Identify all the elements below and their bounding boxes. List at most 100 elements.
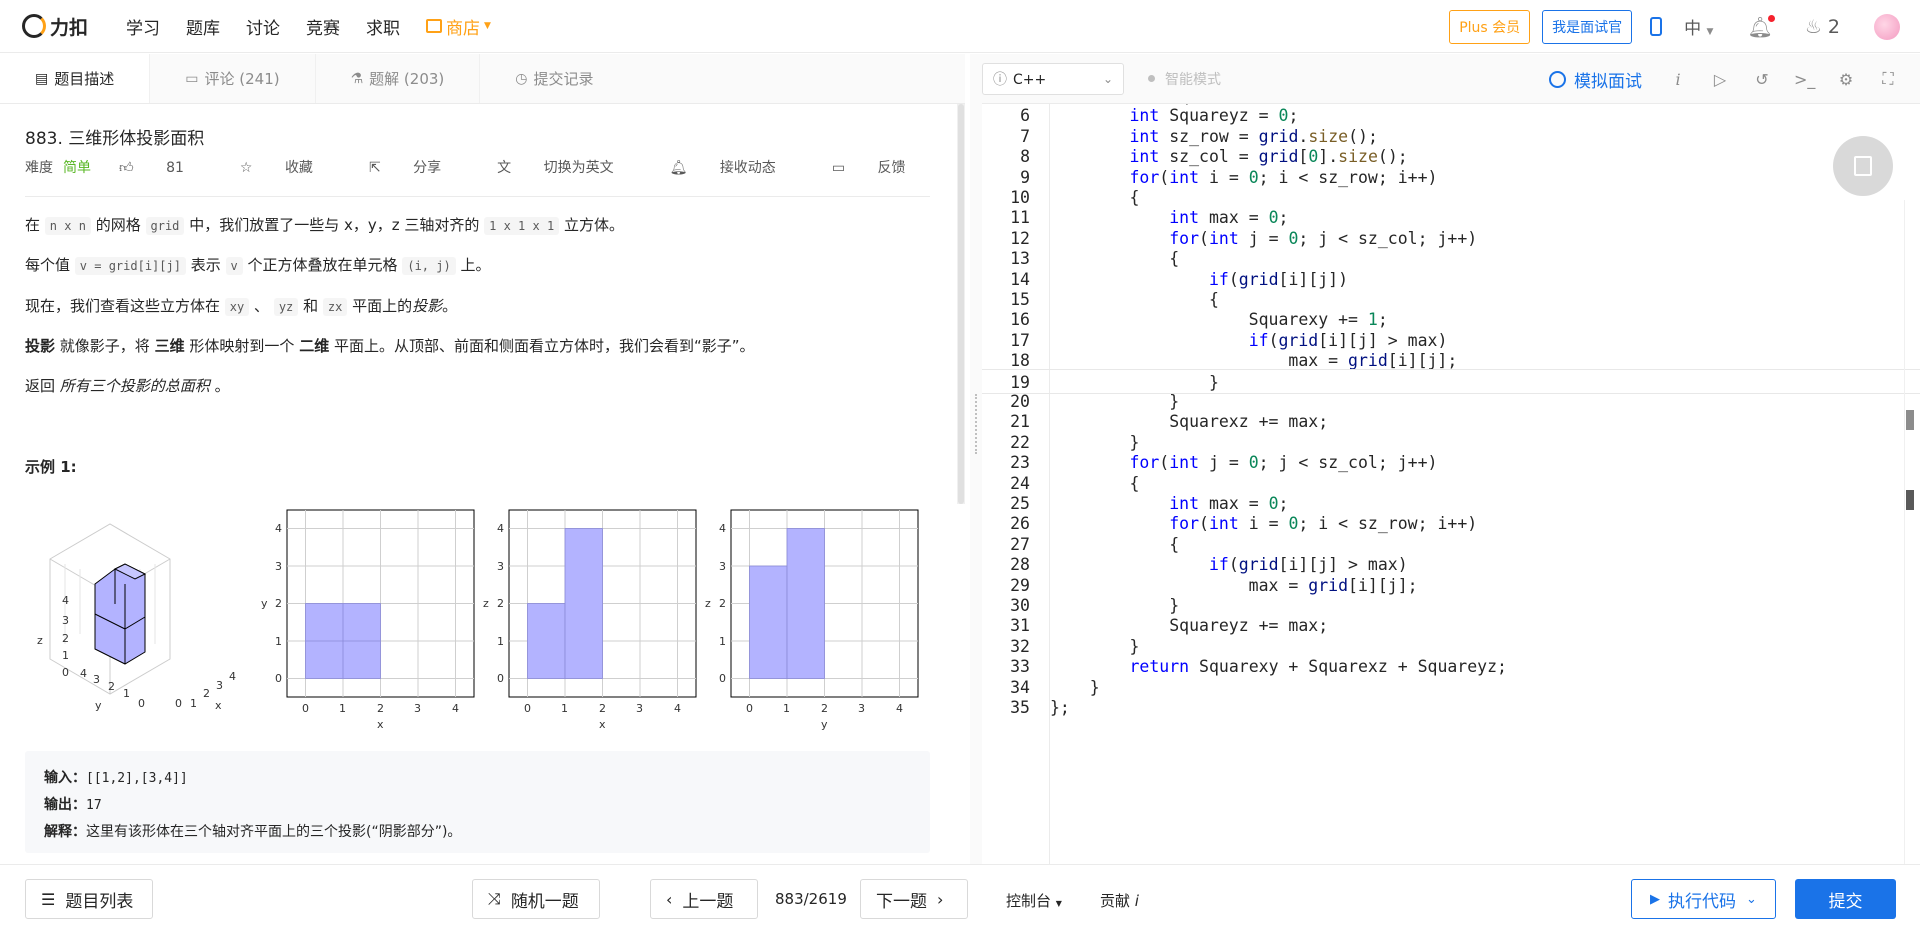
text: 立方体。 (563, 216, 624, 234)
language-select[interactable]: ⓘ C++ ⌄ (982, 62, 1124, 95)
drag-handle-icon (975, 394, 977, 454)
code-editor[interactable]: 5 int Squarexz = 0;6 int Squareyz = 0;7 … (982, 104, 1920, 864)
plot-xlabel: y (821, 718, 828, 731)
reset-icon[interactable]: ↺ (1752, 70, 1772, 89)
scrollbar-thumb[interactable] (958, 104, 964, 504)
nav-learn[interactable]: 学习 (126, 14, 160, 39)
random-problem-button[interactable]: ⤨ 随机一题 (472, 879, 600, 919)
y-tick: 2 (719, 597, 726, 610)
language-value: C++ (1013, 71, 1047, 88)
submit-button[interactable]: 提交 (1795, 879, 1896, 919)
line-number: 35 (1010, 698, 1030, 717)
interviewer-button[interactable]: 我是面试官 (1542, 9, 1633, 44)
x-tick: 3 (414, 702, 421, 715)
tab-description[interactable]: ▤ 题目描述 (0, 54, 151, 103)
notification-dot (1767, 14, 1775, 22)
like-button[interactable]: 👍︎ 81 (119, 159, 212, 176)
tab-submissions-label: 提交记录 (533, 70, 594, 88)
cube-x-label: x (215, 699, 222, 712)
y-tick: 1 (275, 635, 282, 648)
description-paragraph-5: 返回 所有三个投影的总面积 。 (25, 374, 230, 398)
run-code-button[interactable]: ▶ 执行代码 ⌄ (1631, 879, 1776, 919)
chevron-down-icon: ⌄ (1746, 891, 1757, 907)
problem-list-button[interactable]: ☰ 题目列表 (25, 879, 153, 919)
problem-list-label: 题目列表 (65, 891, 134, 912)
logo-text: 力扣 (50, 16, 89, 39)
tab-submissions[interactable]: ◷ 提交记录 (480, 54, 628, 103)
cube-y-tick: 2 (108, 680, 115, 693)
console-toggle[interactable]: 控制台 ▼ (1006, 890, 1062, 911)
leetcode-logo[interactable]: 力扣 (22, 13, 88, 40)
nav-problemset[interactable]: 题库 (186, 14, 220, 39)
feedback-button[interactable]: ▭ 反馈 (832, 157, 934, 177)
bell-icon[interactable]: 🔔︎ (1747, 14, 1775, 39)
notes-button[interactable] (1833, 136, 1893, 196)
x-tick: 3 (858, 702, 865, 715)
chevron-down-icon: ⌄ (1102, 71, 1113, 86)
x-tick: 1 (339, 702, 346, 715)
cube-z-tick: 2 (62, 632, 69, 645)
nav-discuss[interactable]: 讨论 (246, 14, 280, 39)
subscribe-button[interactable]: 🔔︎ 接收动态 (670, 157, 804, 177)
contribute-info-icon: i (1134, 892, 1139, 910)
play-outline-icon[interactable]: ▷ (1710, 70, 1730, 89)
streak-count: 2 (1827, 15, 1840, 38)
feedback-label: 反馈 (877, 160, 906, 176)
mock-interview-button[interactable]: 模拟面试 (1549, 67, 1642, 92)
cube-z-tick: 4 (62, 594, 69, 607)
translate-icon: 文 (497, 160, 512, 176)
terminal-icon[interactable]: >_ (1794, 70, 1815, 89)
logo-icon (22, 14, 46, 38)
panel-resize-handle[interactable] (970, 54, 982, 864)
nav-contest[interactable]: 竞赛 (306, 14, 340, 39)
tab-comments[interactable]: ▭ 评论 (241) (150, 54, 316, 103)
text: 的网格 (95, 216, 141, 234)
info-italic-icon[interactable]: i (1668, 70, 1688, 89)
y-tick: 4 (275, 522, 282, 535)
cube-y-label: y (95, 699, 102, 712)
nav-jobs[interactable]: 求职 (366, 14, 400, 39)
smart-mode-toggle[interactable]: 智能模式 (1148, 69, 1221, 89)
inline-code: xy (224, 298, 250, 316)
switch-english-button[interactable]: 文 切换为英文 (497, 157, 641, 177)
shade-area (749, 565, 788, 679)
x-tick: 1 (783, 702, 790, 715)
favorite-button[interactable]: ☆ 收藏 (240, 157, 341, 177)
streak-counter[interactable]: ♨ 2 (1805, 16, 1840, 38)
inline-code: zx (322, 298, 348, 316)
code-line[interactable]: 35}; (982, 695, 1920, 720)
projection-xy-plot: 0 1 2 3 4 0 1 2 3 4 x y (261, 509, 475, 731)
tab-solutions[interactable]: ⚗ 题解 (203) (316, 54, 481, 103)
page-indicator: 883/2619 (775, 890, 847, 908)
avatar[interactable] (1874, 13, 1900, 40)
tab-description-label: 题目描述 (54, 70, 115, 88)
star-icon: ☆ (239, 160, 253, 176)
x-tick: 2 (599, 702, 606, 715)
example-input: 输入：[[1,2],[3,4]] (44, 765, 911, 792)
input-label: 输入： (44, 770, 86, 786)
gear-icon[interactable]: ⚙ (1836, 70, 1856, 89)
alarm-clock-icon (1549, 70, 1566, 88)
bell-small-icon: 🔔︎ (669, 160, 688, 176)
fullscreen-icon[interactable]: ⛶ (1878, 69, 1898, 89)
shade-area (786, 528, 825, 679)
contribute-button[interactable]: 贡献 i (1100, 890, 1139, 911)
y-tick: 3 (719, 560, 726, 573)
mock-interview-label: 模拟面试 (1574, 71, 1642, 92)
prev-problem-button[interactable]: ‹ 上一题 (650, 879, 758, 919)
share-button[interactable]: ⇱ 分享 (369, 157, 469, 177)
plus-member-button[interactable]: Plus 会员 (1449, 9, 1531, 44)
cube-shape (94, 563, 146, 665)
language-switch[interactable]: 中 ▼ (1684, 14, 1713, 39)
left-scrollbar[interactable] (957, 104, 965, 504)
mobile-icon[interactable] (1650, 17, 1663, 36)
next-problem-button[interactable]: 下一题 › (860, 879, 968, 919)
chevron-right-icon: › (937, 889, 944, 909)
editor-scrollbar[interactable] (1904, 200, 1918, 864)
example-box: 输入：[[1,2],[3,4]] 输出：17 解释：这里有该形体在三个轴对齐平面… (25, 751, 930, 853)
switch-english-label: 切换为英文 (543, 160, 614, 176)
nav-store[interactable]: 商店 ▼ (426, 14, 491, 39)
share-label: 分享 (413, 160, 442, 176)
y-tick: 1 (497, 635, 504, 648)
y-tick: 1 (719, 635, 726, 648)
